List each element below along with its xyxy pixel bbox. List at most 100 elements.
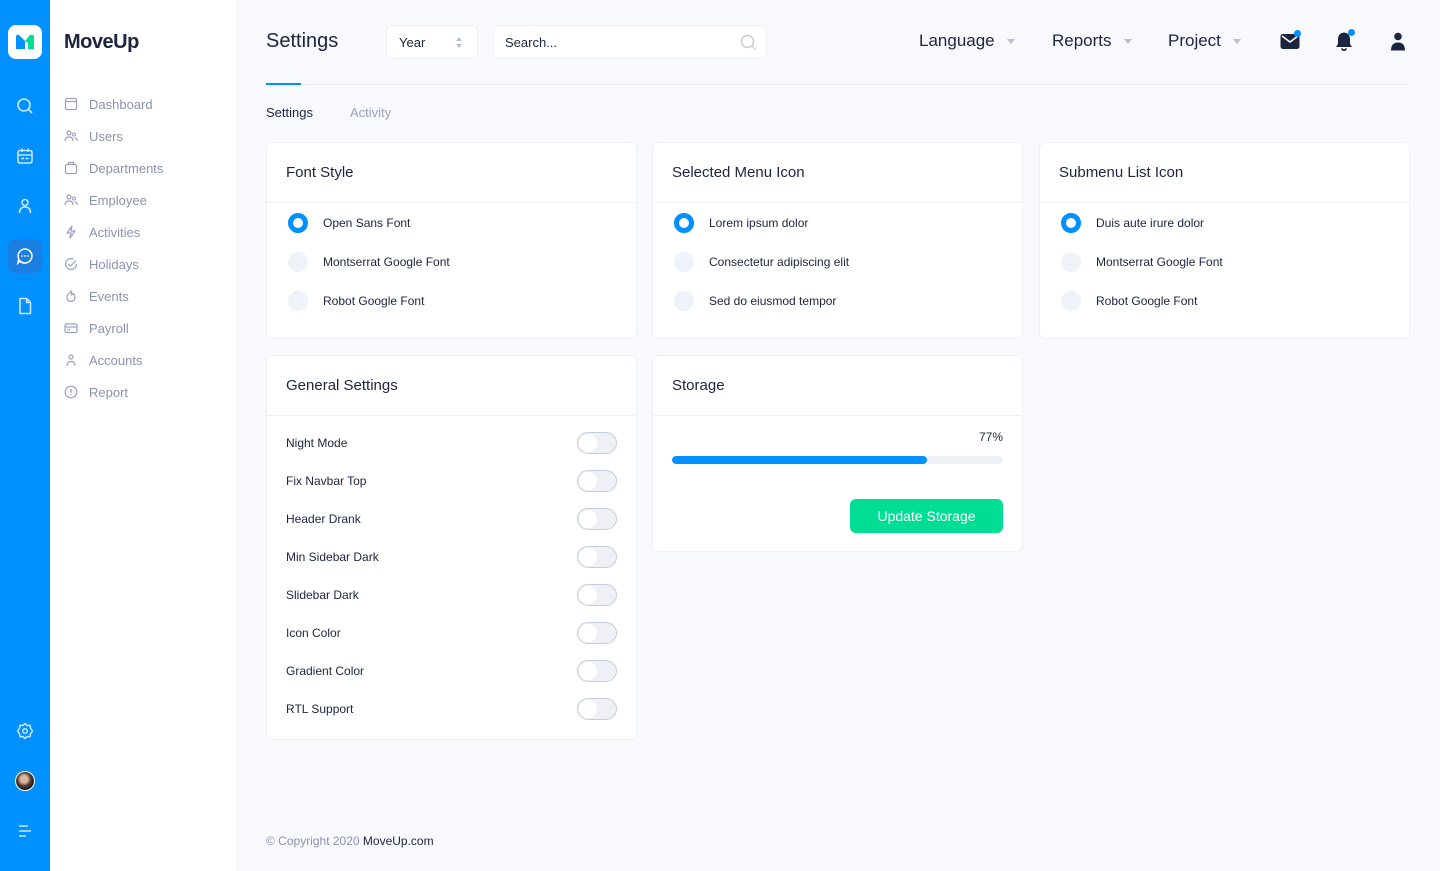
radio-label: Robot Google Font <box>323 293 425 308</box>
mini-chat-button[interactable] <box>8 239 42 273</box>
sidebar-item-label: Holidays <box>89 256 139 272</box>
year-select[interactable]: Year <box>386 25 478 59</box>
radio-option[interactable]: Lorem ipsum dolor <box>653 203 1022 242</box>
radio-option[interactable]: Montserrat Google Font <box>1040 242 1409 281</box>
sidebar-item-report[interactable]: Report <box>64 376 163 408</box>
card-title: Storage <box>653 356 1022 416</box>
mini-calendar-button[interactable] <box>8 139 42 173</box>
submenu-list-icon-card: Submenu List Icon Duis aute irure dolor … <box>1039 142 1410 339</box>
search-icon[interactable] <box>740 34 757 51</box>
sidebar-item-label: Accounts <box>89 352 143 368</box>
tab-activity[interactable]: Activity <box>350 105 391 120</box>
language-dropdown[interactable]: Language <box>919 31 1015 51</box>
mini-search-button[interactable] <box>8 89 42 123</box>
setting-label: Gradient Color <box>286 664 365 678</box>
storage-progress-fill <box>672 456 927 464</box>
mini-sidebar <box>0 0 50 871</box>
flame-icon <box>64 289 78 303</box>
sidebar-menu: Dashboard Users Departments Employee Act… <box>64 88 163 408</box>
card-icon <box>64 321 78 335</box>
radio-unchecked[interactable] <box>1061 251 1081 272</box>
setting-row: Slidebar Dark <box>267 576 636 614</box>
footer-link[interactable]: MoveUp.com <box>363 834 434 848</box>
fix-navbar-top-toggle[interactable] <box>577 470 617 492</box>
radio-label: Consectetur adipiscing elit <box>709 254 850 269</box>
sidebar-item-label: Events <box>89 288 129 304</box>
mini-file-button[interactable] <box>8 289 42 323</box>
mini-user-button[interactable] <box>8 189 42 223</box>
radio-option[interactable]: Consectetur adipiscing elit <box>653 242 1022 281</box>
radio-option[interactable]: Duis aute irure dolor <box>1040 203 1409 242</box>
notifications-button[interactable] <box>1335 29 1355 57</box>
slidebar-dark-toggle[interactable] <box>577 584 617 606</box>
radio-option[interactable]: Robot Google Font <box>1040 281 1409 320</box>
radio-unchecked[interactable] <box>1061 290 1081 311</box>
header-divider <box>266 84 1409 85</box>
employee-icon <box>64 193 78 207</box>
mail-button[interactable] <box>1280 30 1301 55</box>
radio-option[interactable]: Montserrat Google Font <box>267 242 636 281</box>
gear-icon <box>16 722 34 740</box>
bell-notification-dot <box>1348 29 1355 36</box>
search-input[interactable] <box>494 26 724 58</box>
mini-menu-button[interactable] <box>8 814 42 848</box>
storage-percent: 77% <box>978 430 1003 444</box>
font-style-card: Font Style Open Sans Font Montserrat Goo… <box>266 142 637 339</box>
active-tab-indicator <box>266 83 301 85</box>
setting-row: Header Drank <box>267 500 636 538</box>
reports-label: Reports <box>1052 31 1112 50</box>
sidebar-item-dashboard[interactable]: Dashboard <box>64 88 163 120</box>
sidebar-item-holidays[interactable]: Holidays <box>64 248 163 280</box>
setting-label: Header Drank <box>286 512 361 526</box>
sidebar-item-payroll[interactable]: Payroll <box>64 312 163 344</box>
sidebar-item-events[interactable]: Events <box>64 280 163 312</box>
profile-icon <box>1391 32 1405 51</box>
sidebar-item-label: Employee <box>89 192 147 208</box>
app-logo[interactable] <box>8 25 42 59</box>
header-drank-toggle[interactable] <box>577 508 617 530</box>
radio-label: Sed do eiusmod tempor <box>709 293 837 308</box>
radio-label: Robot Google Font <box>1096 293 1198 308</box>
setting-row: Min Sidebar Dark <box>267 538 636 576</box>
dashboard-icon <box>64 97 78 111</box>
footer: © Copyright 2020 MoveUp.com <box>266 834 434 848</box>
sidebar-item-employee[interactable]: Employee <box>64 184 163 216</box>
sidebar-item-activities[interactable]: Activities <box>64 216 163 248</box>
radio-unchecked[interactable] <box>288 251 308 272</box>
profile-button[interactable] <box>1390 32 1406 56</box>
radio-checked[interactable] <box>674 212 694 233</box>
tab-settings[interactable]: Settings <box>266 105 313 120</box>
night-mode-toggle[interactable] <box>577 432 617 454</box>
radio-checked[interactable] <box>288 212 308 233</box>
radio-checked[interactable] <box>1061 212 1081 233</box>
radio-unchecked[interactable] <box>288 290 308 311</box>
radio-option[interactable]: Open Sans Font <box>267 203 636 242</box>
radio-unchecked[interactable] <box>674 251 694 272</box>
sidebar-item-accounts[interactable]: Accounts <box>64 344 163 376</box>
mini-settings-button[interactable] <box>8 714 42 748</box>
project-label: Project <box>1168 31 1221 50</box>
radio-option[interactable]: Robot Google Font <box>267 281 636 320</box>
sidebar-item-users[interactable]: Users <box>64 120 163 152</box>
caret-down-icon <box>1232 38 1241 44</box>
radio-unchecked[interactable] <box>674 290 694 311</box>
radio-option[interactable]: Sed do eiusmod tempor <box>653 281 1022 320</box>
rtl-support-toggle[interactable] <box>577 698 617 720</box>
sidebar-item-departments[interactable]: Departments <box>64 152 163 184</box>
year-select-value: Year <box>399 34 426 50</box>
account-icon <box>64 353 78 367</box>
min-sidebar-dark-toggle[interactable] <box>577 546 617 568</box>
setting-label: Min Sidebar Dark <box>286 550 379 564</box>
icon-color-toggle[interactable] <box>577 622 617 644</box>
project-dropdown[interactable]: Project <box>1168 31 1241 51</box>
setting-label: Icon Color <box>286 626 341 640</box>
gradient-color-toggle[interactable] <box>577 660 617 682</box>
update-storage-button[interactable]: Update Storage <box>850 499 1003 533</box>
users-icon <box>64 129 78 143</box>
reports-dropdown[interactable]: Reports <box>1052 31 1132 51</box>
avatar[interactable] <box>15 771 35 791</box>
bolt-icon <box>64 225 78 239</box>
setting-row: RTL Support <box>267 690 636 728</box>
sidebar-item-label: Users <box>89 128 123 144</box>
radio-label: Open Sans Font <box>323 215 411 230</box>
